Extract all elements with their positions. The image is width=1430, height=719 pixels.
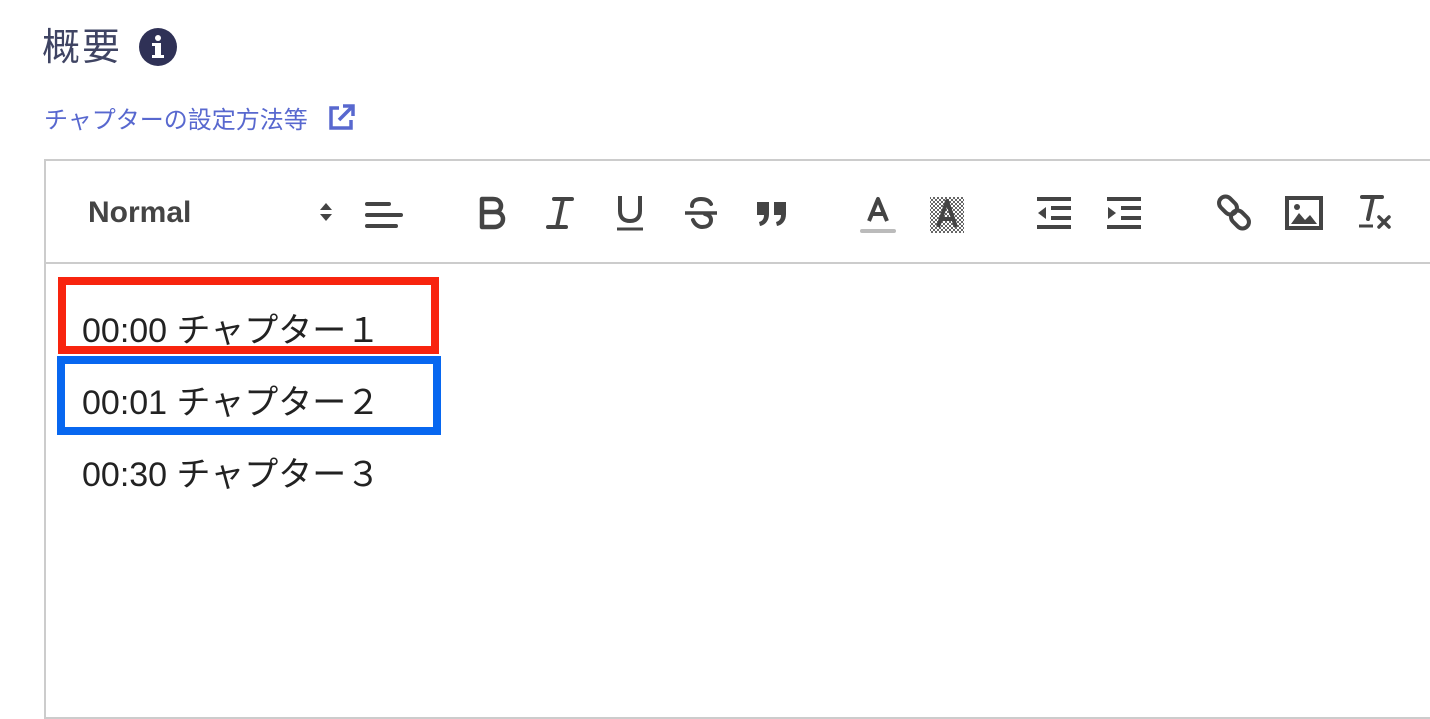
section-title: 概要 bbox=[42, 25, 123, 69]
text-color-button[interactable] bbox=[858, 191, 898, 237]
indent-icon bbox=[1107, 197, 1141, 229]
header-format-value: Normal bbox=[88, 196, 192, 229]
underline-button[interactable] bbox=[612, 193, 648, 233]
underline-icon bbox=[617, 196, 643, 231]
bold-button[interactable] bbox=[474, 193, 510, 233]
info-icon[interactable] bbox=[138, 27, 178, 67]
background-color-icon bbox=[930, 197, 964, 233]
italic-button[interactable] bbox=[542, 193, 578, 233]
strike-icon bbox=[685, 196, 717, 230]
image-icon bbox=[1285, 196, 1323, 230]
external-link-icon bbox=[329, 103, 355, 130]
italic-icon bbox=[546, 197, 574, 229]
header-format-select[interactable]: Normal bbox=[88, 193, 332, 233]
chapter-line-3[interactable]: 00:30 チャプター３ bbox=[82, 439, 380, 511]
clear-format-icon bbox=[1359, 195, 1391, 229]
link-button[interactable] bbox=[1212, 193, 1256, 233]
select-arrows-icon bbox=[320, 203, 332, 221]
chapter-line-1[interactable]: 00:00 チャプター１ bbox=[82, 295, 380, 367]
editor-toolbar: Normal bbox=[46, 161, 1430, 264]
section-header: 概要 bbox=[42, 22, 178, 72]
link-icon bbox=[1217, 194, 1251, 231]
image-button[interactable] bbox=[1282, 193, 1326, 233]
blockquote-icon bbox=[757, 202, 786, 226]
outdent-button[interactable] bbox=[1032, 193, 1076, 233]
chapter-help-link[interactable]: チャプターの設定方法等 bbox=[44, 100, 356, 135]
text-color-icon bbox=[860, 197, 896, 233]
blockquote-button[interactable] bbox=[752, 193, 792, 233]
indent-button[interactable] bbox=[1102, 193, 1146, 233]
background-color-button[interactable] bbox=[926, 191, 968, 237]
bold-icon bbox=[479, 196, 506, 230]
align-icon bbox=[365, 202, 403, 228]
align-button[interactable] bbox=[362, 193, 406, 233]
clear-format-button[interactable] bbox=[1354, 193, 1398, 233]
outdent-icon bbox=[1037, 197, 1071, 229]
chapter-line-2[interactable]: 00:01 チャプター２ bbox=[82, 367, 380, 439]
strike-button[interactable] bbox=[682, 193, 720, 233]
rich-text-editor: Normal 00:00 チャプター１ 00:01 チャプター２ 00:30 チ… bbox=[44, 159, 1430, 719]
editor-content[interactable]: 00:00 チャプター１ 00:01 チャプター２ 00:30 チャプター３ bbox=[82, 295, 380, 511]
chapter-help-link-label: チャプターの設定方法等 bbox=[44, 106, 308, 134]
